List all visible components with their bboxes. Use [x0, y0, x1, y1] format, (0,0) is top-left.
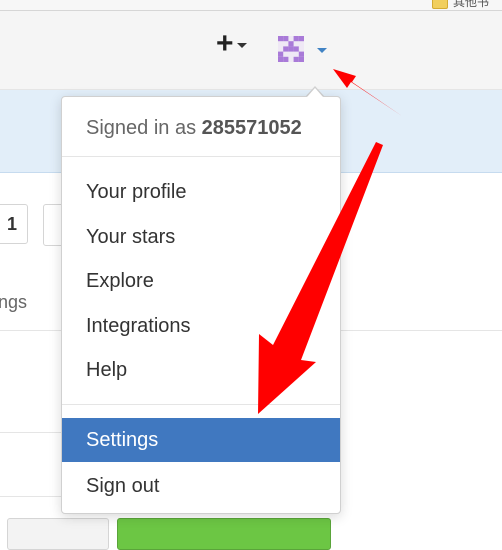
tab-settings[interactable]: ngs — [0, 292, 27, 313]
menu-item-label: Explore — [86, 269, 154, 292]
menu-item-label: Integrations — [86, 314, 191, 337]
menu-item-integrations[interactable]: Integrations — [62, 304, 340, 348]
user-dropdown-menu: Signed in as 285571052 Your profile Your… — [61, 96, 341, 514]
menu-item-help[interactable]: Help — [62, 348, 340, 392]
menu-item-explore[interactable]: Explore — [62, 259, 340, 303]
divider — [62, 156, 340, 157]
chevron-down-icon — [236, 42, 247, 48]
divider — [62, 404, 340, 405]
menu-item-label: Your profile — [86, 180, 187, 203]
signed-in-label: Signed in as — [86, 117, 202, 139]
folder-icon[interactable] — [432, 0, 448, 9]
menu-item-your-profile[interactable]: Your profile — [62, 170, 340, 214]
create-new-button[interactable]: + — [216, 28, 256, 62]
menu-item-label: Settings — [86, 428, 159, 451]
avatar — [278, 36, 304, 62]
dropdown-caret-fill — [307, 88, 323, 97]
counter-value: 1 — [6, 213, 17, 234]
counter-box[interactable]: 1 — [0, 204, 28, 244]
chevron-down-icon — [317, 48, 327, 53]
menu-item-label: Sign out — [86, 474, 160, 497]
bookmark-folder-label[interactable]: 其他书 — [453, 0, 489, 10]
bookmarks-bar: 其他书 — [0, 0, 502, 11]
plus-icon: + — [216, 26, 234, 60]
menu-item-settings[interactable]: Settings — [62, 418, 340, 462]
username: 285571052 — [201, 117, 302, 139]
menu-item-label: Your stars — [86, 225, 176, 248]
menu-item-your-stars[interactable]: Your stars — [62, 215, 340, 259]
identicon-icon — [278, 36, 304, 62]
signed-in-header: Signed in as 285571052 — [86, 117, 302, 140]
primary-action-button[interactable] — [117, 518, 331, 550]
user-menu-button[interactable] — [278, 34, 338, 64]
menu-item-label: Help — [86, 358, 128, 381]
secondary-action-button[interactable] — [7, 518, 109, 550]
menu-item-sign-out[interactable]: Sign out — [62, 464, 340, 508]
